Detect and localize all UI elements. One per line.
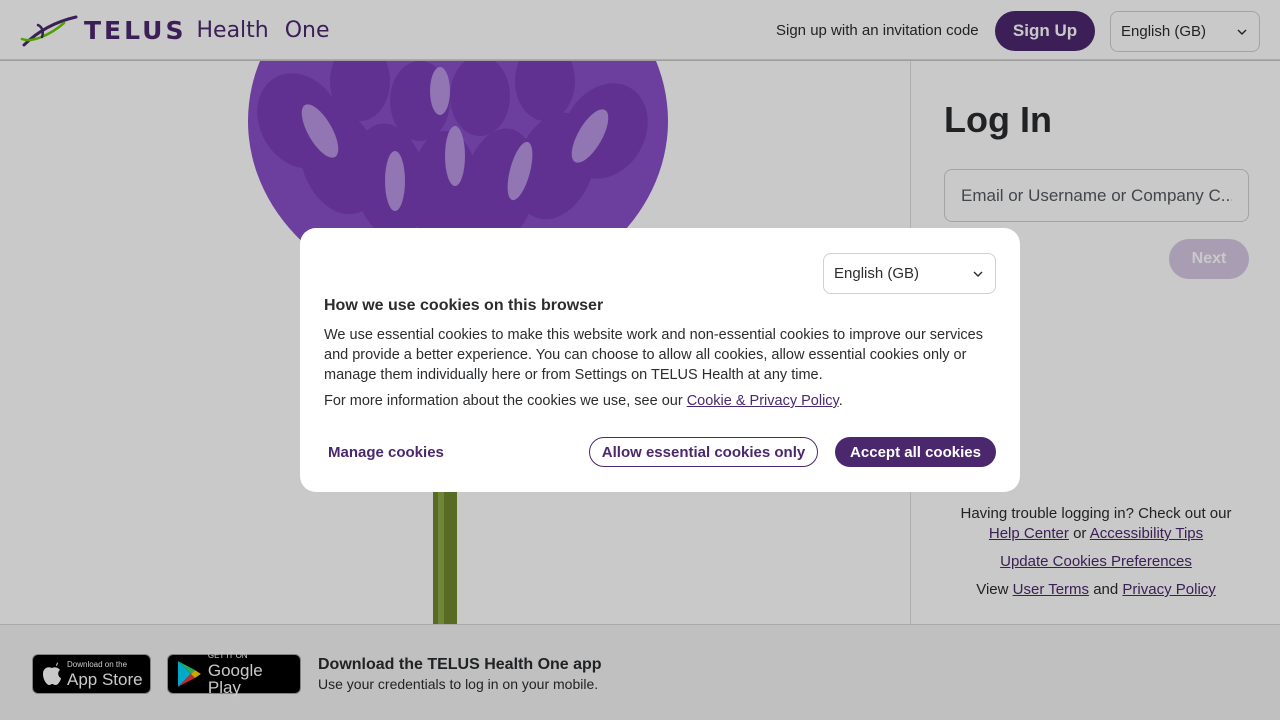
accept-all-cookies-button[interactable]: Accept all cookies [835, 437, 996, 467]
cookie-more-info: For more information about the cookies w… [324, 393, 843, 409]
more-info-suffix: . [838, 393, 843, 409]
dialog-language-select[interactable]: English (GB) [823, 253, 996, 294]
cookie-dialog-title: How we use cookies on this browser [324, 297, 604, 314]
cookie-dialog-body: We use essential cookies to make this we… [324, 327, 983, 383]
dialog-language-value: English (GB) [834, 265, 920, 282]
manage-cookies-button[interactable]: Manage cookies [324, 437, 448, 467]
cookie-privacy-policy-link[interactable]: Cookie & Privacy Policy [687, 393, 839, 409]
chevron-down-icon [973, 271, 983, 277]
more-info-prefix: For more information about the cookies w… [324, 393, 683, 409]
allow-essential-cookies-button[interactable]: Allow essential cookies only [589, 437, 818, 467]
cookie-consent-dialog: English (GB) How we use cookies on this … [300, 228, 1020, 492]
